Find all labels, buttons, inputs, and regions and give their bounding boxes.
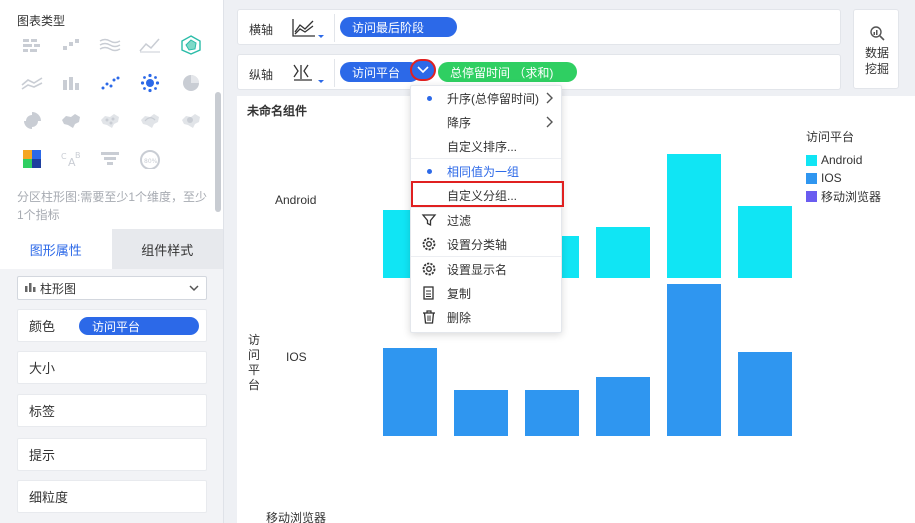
y-field-pill[interactable]: 访问平台 xyxy=(340,62,420,82)
svg-text:80%: 80% xyxy=(144,158,158,165)
menu-item-same-group[interactable]: 相同值为一组 xyxy=(411,159,561,183)
line-icon[interactable] xyxy=(138,34,162,56)
prop-color[interactable]: 颜色 访问平台 xyxy=(17,309,207,342)
legend-item-android[interactable]: Android xyxy=(806,151,881,169)
chart-subtype-label: 柱形图 xyxy=(40,281,77,296)
bar-ios-1[interactable] xyxy=(454,390,508,436)
legend-swatch xyxy=(806,172,817,184)
chevron-down-icon xyxy=(188,282,200,297)
chart-canvas: 未命名组件 Android IOS 移动浏览器 访 问 平 台 访问平台 And… xyxy=(237,96,915,523)
checked-dot-icon xyxy=(427,169,432,174)
chevron-right-icon xyxy=(545,116,553,131)
bar-ios-2[interactable] xyxy=(525,390,579,436)
trash-icon xyxy=(421,309,437,328)
bubble-icon[interactable] xyxy=(138,72,162,94)
prop-label[interactable]: 标签 xyxy=(17,394,207,427)
chart-legend: 访问平台 Android IOS 移动浏览器 xyxy=(806,128,881,205)
chart-subtype-select[interactable]: 柱形图 xyxy=(17,276,207,300)
bar-android-5[interactable] xyxy=(738,206,792,278)
stacked-line-icon[interactable] xyxy=(20,72,44,94)
menu-item-filter[interactable]: 过滤 xyxy=(411,208,561,232)
tab-graph-props[interactable]: 图形属性 xyxy=(0,229,112,269)
menu-item-custom-sort[interactable]: 自定义排序... xyxy=(411,134,561,158)
dot-icon[interactable] xyxy=(98,72,122,94)
chevron-right-icon xyxy=(545,92,553,107)
color-field-pill[interactable]: 访问平台 xyxy=(79,317,199,335)
map-flow-icon[interactable] xyxy=(138,110,162,132)
mining-line1: 数据 xyxy=(864,46,889,60)
map-dot-icon[interactable] xyxy=(98,110,122,132)
pie-icon[interactable] xyxy=(179,72,203,94)
stacked-bar-icon[interactable] xyxy=(20,34,44,56)
mining-line2: 挖掘 xyxy=(864,62,889,76)
row-label-android: Android xyxy=(275,193,317,207)
gauge-icon[interactable]: 80% xyxy=(138,148,162,170)
menu-item-set-name[interactable]: 设置显示名 xyxy=(411,257,561,281)
x-field-pill[interactable]: 访问最后阶段 xyxy=(340,17,457,37)
gear-icon xyxy=(421,236,437,255)
prop-tooltip[interactable]: 提示 xyxy=(17,438,207,471)
bar-ios-5[interactable] xyxy=(738,352,792,436)
field-dropdown-button[interactable] xyxy=(410,59,436,81)
row-label-mobile-browser: 移动浏览器 xyxy=(266,511,327,523)
checked-dot-icon xyxy=(427,96,432,101)
mining-icon xyxy=(869,25,885,44)
scatter-icon[interactable] xyxy=(59,34,83,56)
row-label-ios: IOS xyxy=(286,350,307,364)
menu-item-sort-asc[interactable]: 升序(总停留时间) xyxy=(411,86,561,110)
x-axis-label: 横轴 xyxy=(249,23,274,37)
menu-item-sort-desc[interactable]: 降序 xyxy=(411,110,561,134)
svg-text:C: C xyxy=(61,152,67,161)
svg-text:B: B xyxy=(75,151,81,160)
rose-icon[interactable] xyxy=(20,110,44,132)
x-axis-row: 横轴 访问最后阶段 xyxy=(237,9,841,45)
area-icon[interactable] xyxy=(98,34,122,56)
map-icon[interactable] xyxy=(59,110,83,132)
column-chart-icon xyxy=(24,281,36,296)
y-axis-label: 纵轴 xyxy=(249,68,274,82)
property-tabs: 图形属性 组件样式 xyxy=(0,229,223,269)
legend-title: 访问平台 xyxy=(806,130,855,144)
heatmap-icon[interactable] xyxy=(20,148,44,170)
tab-component-style[interactable]: 组件样式 xyxy=(111,229,223,269)
filter-icon xyxy=(421,212,437,231)
map-heat-icon[interactable] xyxy=(179,110,203,132)
bar-android-4[interactable] xyxy=(667,154,721,278)
prop-size[interactable]: 大小 xyxy=(17,351,207,384)
chevron-down-icon xyxy=(417,66,429,74)
bar-android-3[interactable] xyxy=(596,227,650,278)
word-cloud-icon[interactable]: CAB xyxy=(59,148,83,170)
menu-item-delete[interactable]: 删除 xyxy=(411,305,561,329)
component-name[interactable]: 未命名组件 xyxy=(247,102,307,119)
bar-ios-0[interactable] xyxy=(383,348,437,436)
prop-color-label: 颜色 xyxy=(29,319,56,334)
chart-hint: 分区柱形图:需要至少1个维度，至少1个指标 xyxy=(17,190,208,222)
funnel-icon[interactable] xyxy=(98,148,122,170)
copy-icon xyxy=(421,285,437,304)
custom-group-highlight xyxy=(411,181,564,207)
field-context-menu: 升序(总停留时间) 降序 自定义排序... 相同值为一组 自定义分组... 过滤… xyxy=(410,85,562,333)
legend-swatch xyxy=(806,190,817,202)
bar-ios-3[interactable] xyxy=(596,377,650,436)
menu-item-set-axis[interactable]: 设置分类轴 xyxy=(411,232,561,256)
legend-item-mobile-browser[interactable]: 移动浏览器 xyxy=(806,187,881,205)
left-panel: 图表类型 C A B 80% 分区柱形图:需要至少1个维度，至少1个指标 图形属… xyxy=(0,0,224,523)
y-axis-title: 访 问 平 台 xyxy=(248,333,261,392)
column-icon[interactable] xyxy=(59,72,83,94)
menu-item-copy[interactable]: 复制 xyxy=(411,281,561,305)
line-chart-icon[interactable] xyxy=(290,16,326,40)
prop-granularity[interactable]: 细粒度 xyxy=(17,480,207,513)
bar-ios-4[interactable] xyxy=(667,284,721,436)
data-mining-button[interactable]: 数据 挖掘 xyxy=(853,9,899,89)
radar-icon[interactable] xyxy=(179,34,203,56)
legend-item-ios[interactable]: IOS xyxy=(806,169,881,187)
gear-icon xyxy=(421,261,437,280)
chart-type-title: 图表类型 xyxy=(17,14,66,28)
chart-type-scrollbar[interactable] xyxy=(215,92,221,212)
y-metric-pill[interactable]: 总停留时间 （求和) xyxy=(438,62,577,82)
split-bar-icon[interactable] xyxy=(290,61,326,85)
legend-swatch xyxy=(806,154,817,166)
